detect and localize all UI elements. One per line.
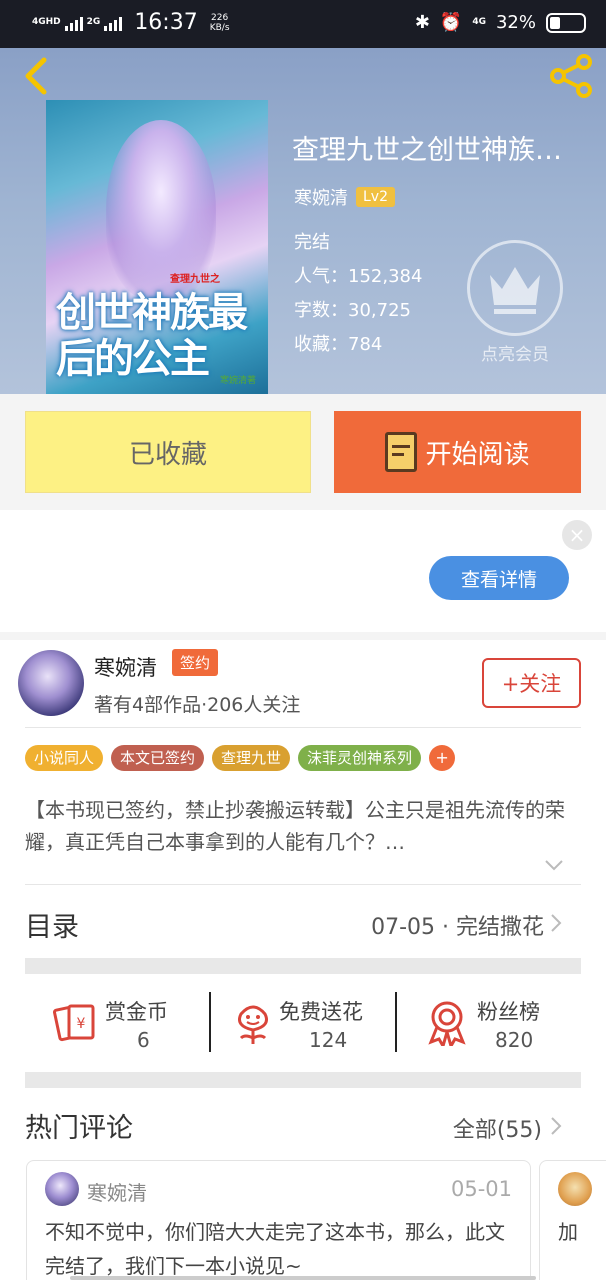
clock: 16:37 xyxy=(134,10,198,35)
collected-button[interactable]: 已收藏 xyxy=(25,411,311,493)
cover-subtitle: 查理九世之 xyxy=(170,274,220,285)
synopsis[interactable]: 【本书现已签约，禁止抄袭搬运转载】公主只是祖先流传的荣耀，真正凭自己本事拿到的人… xyxy=(25,794,585,858)
medal-icon xyxy=(428,1001,466,1046)
share-button[interactable] xyxy=(548,54,594,98)
word-count-label: 字数： xyxy=(294,300,348,321)
crown-icon xyxy=(467,240,563,336)
signal-icon-2 xyxy=(104,15,123,31)
fan-ranking-item[interactable]: 粉丝榜 820 xyxy=(397,976,582,1072)
section-gap xyxy=(0,632,606,640)
free-flower-item[interactable]: 免费送花 124 xyxy=(211,976,396,1072)
popularity-label: 人气： xyxy=(294,266,348,287)
scroll-indicator xyxy=(70,1276,536,1280)
net-speed: 226 KB/s xyxy=(210,13,230,33)
book-title: 查理九世之创世神族… xyxy=(292,135,562,166)
tag[interactable]: 小说同人 xyxy=(25,745,104,771)
signal-icon xyxy=(64,15,83,31)
commenter-avatar[interactable] xyxy=(45,1172,79,1206)
tag-list: 小说同人 本文已签约 查理九世 沫菲灵创神系列 + xyxy=(25,745,456,771)
ad-banner: × 查看详情 xyxy=(0,510,606,632)
comment-card[interactable]: 加 xyxy=(539,1160,606,1280)
tag[interactable]: 查理九世 xyxy=(212,745,291,771)
view-details-button[interactable]: 查看详情 xyxy=(429,556,569,600)
toc-latest-chapter: 07-05 · 完结撒花 xyxy=(371,915,544,940)
vip-button[interactable]: 点亮会员 xyxy=(466,240,564,365)
network-type-right: 4G xyxy=(472,17,486,27)
fan-ranking-value: 820 xyxy=(495,1028,534,1052)
signed-badge: 签约 xyxy=(172,649,219,676)
comment-text: 加 xyxy=(558,1220,578,1244)
comment-text: 不知不觉中，你们陪大大走完了这本书，那么，此文完结了，我们下一本小说见~ xyxy=(45,1220,505,1278)
chevron-right-icon[interactable] xyxy=(550,1116,562,1136)
comment-card[interactable]: 寒婉清 05-01 不知不觉中，你们陪大大走完了这本书，那么，此文完结了，我们下… xyxy=(26,1160,531,1280)
book-header: 查理九世之 创世神族最后的公主 寒婉清著 查理九世之创世神族… 寒婉清 Lv2 … xyxy=(0,48,606,394)
net-speed-unit: KB/s xyxy=(209,22,230,33)
toc-label: 目录 xyxy=(25,912,79,943)
network-type-1: 4GHD xyxy=(32,17,61,27)
popularity-value: 152,384 xyxy=(348,266,423,287)
book-cover[interactable]: 查理九世之 创世神族最后的公主 寒婉清著 xyxy=(46,100,268,394)
ad-close-button[interactable]: × xyxy=(562,520,592,550)
battery-icon xyxy=(546,12,586,33)
free-flower-label: 免费送花 xyxy=(279,1000,363,1024)
author-meta: 著有4部作品·206人关注 xyxy=(94,694,301,716)
section-band xyxy=(25,958,581,974)
reward-coin-label: 赏金币 xyxy=(105,1000,168,1024)
favorites-value: 784 xyxy=(348,334,383,355)
favorites-label: 收藏： xyxy=(294,334,348,355)
start-reading-button[interactable]: 开始阅读 xyxy=(334,411,581,493)
tag[interactable]: 本文已签约 xyxy=(111,745,205,771)
tag[interactable]: 沫菲灵创神系列 xyxy=(298,745,422,771)
follow-button[interactable]: +关注 xyxy=(482,658,581,708)
table-of-contents-row[interactable]: 目录 07-05 · 完结撒花 xyxy=(0,885,606,959)
reward-coin-value: 6 xyxy=(137,1028,150,1052)
book-author[interactable]: 寒婉清 xyxy=(294,184,348,210)
flower-icon xyxy=(238,1005,268,1044)
net-speed-value: 226 xyxy=(211,12,229,23)
reward-coin-item[interactable]: ¥ 赏金币 6 xyxy=(25,976,210,1072)
share-icon xyxy=(550,54,592,98)
favorites-stat: 收藏：784 xyxy=(294,330,382,356)
hot-comments-title: 热门评论 xyxy=(25,1113,133,1144)
all-comments-link[interactable]: 全部(55) xyxy=(453,1112,542,1144)
author-card-name[interactable]: 寒婉清 xyxy=(94,652,157,682)
svg-text:¥: ¥ xyxy=(77,1016,86,1032)
alarm-icon: ⏰ xyxy=(439,12,463,33)
more-tags-button[interactable]: + xyxy=(429,745,456,771)
reward-stats: ¥ 赏金币 6 免费送花 124 粉丝榜 820 xyxy=(25,976,581,1072)
action-bar: 已收藏 开始阅读 xyxy=(0,394,606,510)
popularity-stat: 人气：152,384 xyxy=(294,262,422,288)
chevron-left-icon xyxy=(25,57,47,95)
free-flower-value: 124 xyxy=(309,1028,348,1052)
cover-title: 创世神族最后的公主 xyxy=(56,289,248,382)
start-reading-label: 开始阅读 xyxy=(425,439,530,470)
chevron-down-icon[interactable] xyxy=(544,858,564,872)
word-count-stat: 字数：30,725 xyxy=(294,296,411,322)
gold-coin-icon: ¥ xyxy=(53,1004,95,1042)
cover-author: 寒婉清著 xyxy=(219,376,256,386)
commenter-name[interactable]: 寒婉清 xyxy=(87,1177,147,1206)
network-type-2: 2G xyxy=(86,17,101,27)
level-badge: Lv2 xyxy=(356,187,395,207)
commenter-avatar[interactable] xyxy=(558,1172,592,1206)
chevron-right-icon xyxy=(551,914,562,932)
vip-label: 点亮会员 xyxy=(481,345,549,365)
divider xyxy=(25,727,581,728)
comment-date: 05-01 xyxy=(450,1177,512,1201)
back-button[interactable] xyxy=(18,54,58,98)
author-avatar[interactable] xyxy=(18,650,84,716)
author-card: 寒婉清 签约 著有4部作品·206人关注 +关注 xyxy=(0,640,606,728)
word-count-value: 30,725 xyxy=(348,300,411,321)
fan-ranking-label: 粉丝榜 xyxy=(477,1000,540,1024)
section-band xyxy=(25,1072,581,1088)
bluetooth-icon: ✱ xyxy=(414,12,430,33)
status-bar: 4GHD 2G 16:37 226 KB/s ✱ ⏰ 4G 32% xyxy=(0,0,606,48)
battery-percent: 32% xyxy=(495,12,536,33)
book-icon xyxy=(385,432,418,472)
book-status: 完结 xyxy=(294,232,330,253)
